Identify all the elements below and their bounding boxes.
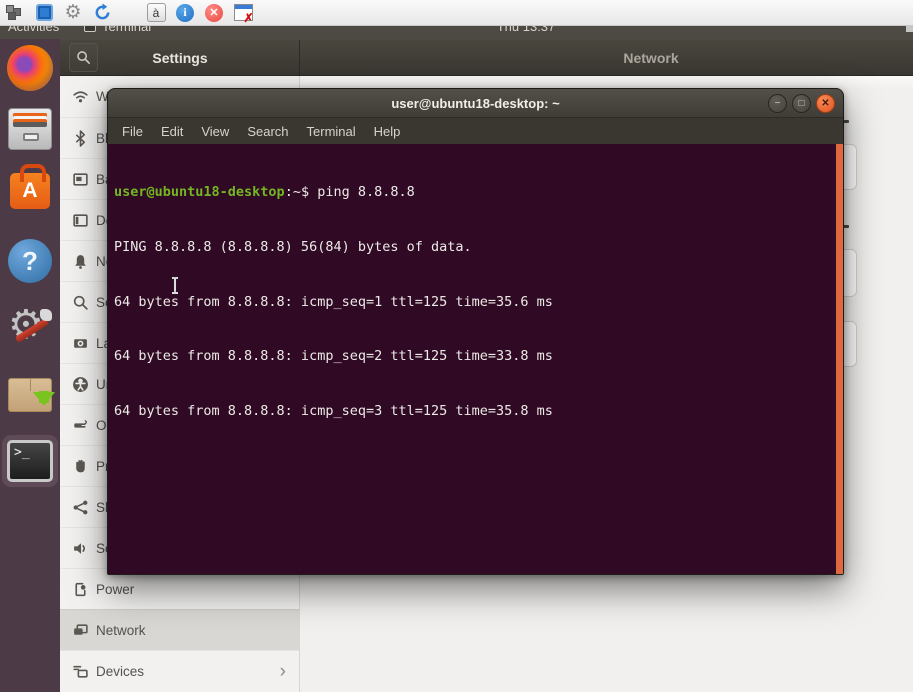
screen-corner-notch: [906, 26, 913, 32]
terminal-window: user@ubuntu18-desktop: ~ − □ ✕ File Edit…: [107, 88, 844, 575]
hand-icon: [72, 458, 89, 475]
dock-item-help[interactable]: ?: [6, 237, 54, 285]
window-close-icon[interactable]: ✗: [233, 3, 253, 23]
plug-icon: [72, 417, 89, 434]
sidebar-item-devices[interactable]: Devices ›: [60, 650, 299, 691]
tools-icon: ⚙: [6, 303, 54, 351]
vm-toolbar: ⚙ à i ✕ ✗: [0, 0, 913, 26]
settings-headerbar: Settings Network: [60, 39, 913, 76]
bell-icon: [72, 253, 89, 270]
terminal-title: user@ubuntu18-desktop: ~: [108, 89, 843, 118]
terminal-prompt-glyph: >_: [14, 445, 30, 460]
dock-item-firefox[interactable]: [6, 44, 54, 92]
bluetooth-icon: [72, 130, 89, 147]
ubuntu-dock: A ? ⚙ >_: [0, 39, 60, 692]
flag-icon: [72, 335, 89, 352]
maximize-button[interactable]: □: [792, 94, 811, 113]
output-line: PING 8.8.8.8 (8.8.8.8) 56(84) bytes of d…: [114, 238, 831, 256]
background-icon: [72, 171, 89, 188]
window-controls: − □ ✕: [768, 94, 835, 113]
network-icon: [72, 622, 89, 639]
boxes-icon[interactable]: [5, 3, 25, 23]
ubuntu-software-icon: A: [10, 173, 50, 209]
wifi-icon: [72, 88, 89, 105]
refresh-icon[interactable]: [92, 3, 112, 23]
terminal-menubar: File Edit View Search Terminal Help: [108, 118, 843, 144]
output-line: 64 bytes from 8.8.8.8: icmp_seq=3 ttl=12…: [114, 402, 831, 420]
battery-icon: [72, 581, 89, 598]
output-line: 64 bytes from 8.8.8.8: icmp_seq=2 ttl=12…: [114, 347, 831, 365]
close-icon: ✕: [821, 99, 829, 109]
ibeam-cursor: [171, 277, 179, 294]
gear-icon[interactable]: ⚙: [63, 3, 83, 23]
panel-title: Network: [571, 39, 731, 76]
sidebar-item-network[interactable]: Network: [60, 609, 299, 650]
windows-icon[interactable]: [121, 5, 137, 21]
maximize-icon: □: [798, 99, 804, 109]
settings-search-button[interactable]: [69, 43, 98, 72]
devices-icon: [72, 663, 89, 680]
search-icon: [72, 294, 89, 311]
sidebar-label: Power: [96, 582, 134, 597]
output-line: 64 bytes from 8.8.8.8: icmp_seq=1 ttl=12…: [114, 293, 831, 311]
fullscreen-icon[interactable]: [34, 3, 54, 23]
terminal-icon: >_: [7, 440, 53, 482]
package-box-icon: [8, 378, 52, 412]
dock-icon: [72, 212, 89, 229]
speaker-icon: [72, 540, 89, 557]
desktop-screen: Activities Terminal Thu 13:37 Settings N…: [0, 0, 913, 692]
dock-item-system-tools[interactable]: ⚙: [6, 303, 54, 351]
menu-edit[interactable]: Edit: [161, 124, 183, 139]
menu-file[interactable]: File: [122, 124, 143, 139]
prompt-line: user@ubuntu18-desktop:~$ ping 8.8.8.8: [114, 183, 831, 201]
menu-terminal[interactable]: Terminal: [307, 124, 356, 139]
settings-headerbar-left: Settings: [60, 39, 300, 76]
software-letter: A: [22, 179, 37, 203]
dock-item-ubuntu-software[interactable]: A: [6, 163, 54, 211]
minimize-button[interactable]: −: [768, 94, 787, 113]
dock-item-terminal[interactable]: >_: [2, 435, 58, 487]
sidebar-label: Devices: [96, 664, 144, 679]
info-icon[interactable]: i: [175, 3, 195, 23]
dock-item-files[interactable]: [6, 105, 54, 153]
terminal-content[interactable]: user@ubuntu18-desktop:~$ ping 8.8.8.8 PI…: [108, 144, 843, 574]
firefox-icon: [7, 45, 53, 91]
share-icon: [72, 499, 89, 516]
sidebar-label: Network: [96, 623, 146, 638]
minimize-icon: −: [775, 99, 781, 109]
help-icon: ?: [8, 239, 52, 283]
dock-item-package-installer[interactable]: [6, 367, 54, 415]
help-mark: ?: [22, 246, 38, 277]
prompt-user: user@ubuntu18-desktop: [114, 184, 285, 200]
terminal-scrollbar[interactable]: [836, 144, 843, 574]
menu-help[interactable]: Help: [374, 124, 401, 139]
chevron-right-icon: ›: [280, 662, 286, 681]
search-icon: [76, 50, 91, 65]
close-button[interactable]: ✕: [816, 94, 835, 113]
terminal-titlebar[interactable]: user@ubuntu18-desktop: ~ − □ ✕: [108, 89, 843, 118]
close-icon[interactable]: ✕: [204, 3, 224, 23]
universal-access-icon: [72, 376, 89, 393]
keyboard-key-icon[interactable]: à: [146, 3, 166, 23]
menu-search[interactable]: Search: [247, 124, 288, 139]
menu-view[interactable]: View: [201, 124, 229, 139]
prompt-command: :~$ ping 8.8.8.8: [285, 184, 415, 200]
file-cabinet-icon: [8, 108, 52, 150]
